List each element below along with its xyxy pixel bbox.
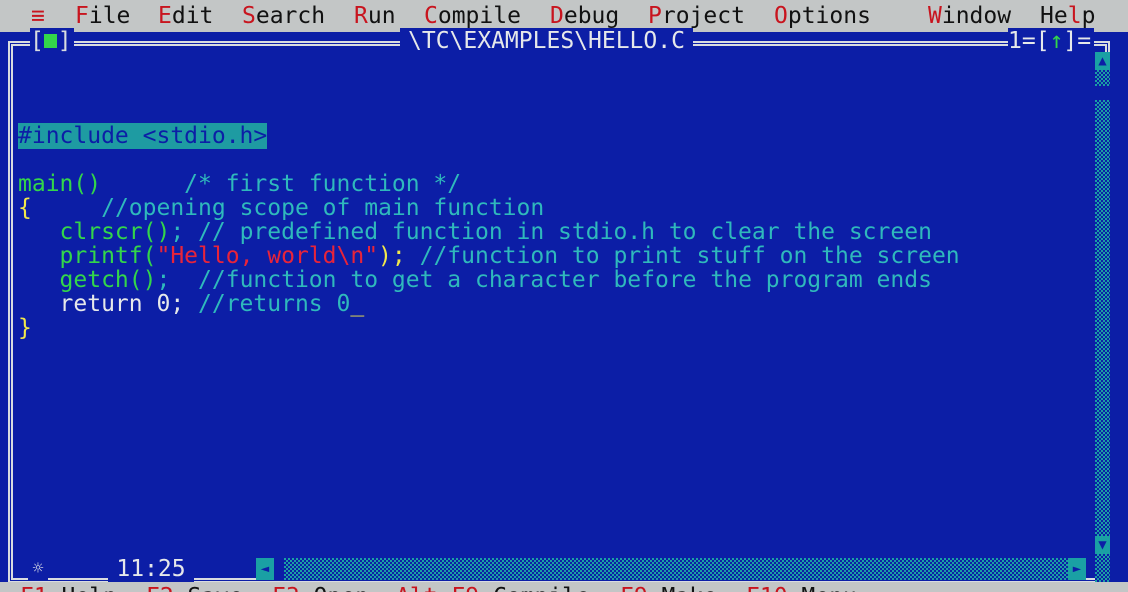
code-line-5: clrscr(); // predefined function in stdi… <box>18 220 932 244</box>
comment-getch: ; //function to get a character before t… <box>156 267 932 293</box>
main-declaration: main() <box>18 171 102 197</box>
comment-first-function: /* first function */ <box>101 171 462 197</box>
text-cursor: _ <box>350 291 365 317</box>
comment-opening-scope: //opening scope of main function <box>31 195 545 221</box>
return-statement: return 0; <box>18 291 185 317</box>
window-title: \TC\EXAMPLES\HELLO.C <box>400 28 693 54</box>
printf-close: ); <box>378 243 406 269</box>
scroll-right-arrow-icon[interactable]: ► <box>1068 558 1086 580</box>
vertical-scrollbar[interactable]: ▲ ▼ <box>1095 52 1110 582</box>
zoom-bracket-right: ]= <box>1063 28 1092 54</box>
status-help[interactable]: F1 Help <box>20 582 117 592</box>
scroll-down-arrow-icon[interactable]: ▼ <box>1095 536 1110 554</box>
menu-options[interactable]: Options <box>774 0 871 32</box>
status-make[interactable]: F9 Make <box>620 582 717 592</box>
close-square-icon <box>44 34 57 48</box>
status-compile[interactable]: Alt-F9 Compile <box>396 582 590 592</box>
horizontal-scroll-thumb[interactable] <box>274 558 284 580</box>
vertical-scroll-thumb[interactable] <box>1095 86 1110 100</box>
code-line-7: getch(); //function to get a character b… <box>18 268 932 292</box>
modified-indicator-icon: ☼ <box>28 558 48 580</box>
window-number: 1 <box>1008 28 1022 54</box>
code-line-4: { //opening scope of main function <box>18 196 544 220</box>
comment-returns: //returns 0 <box>184 291 351 317</box>
turbo-c-ide: ≡ File Edit Search Run Compile Debug Pro… <box>0 0 1128 592</box>
status-open[interactable]: F3 Open <box>272 582 369 592</box>
close-brace: } <box>18 315 32 341</box>
status-menu[interactable]: F10 Menu <box>746 582 857 592</box>
status-line: F1 Help F2 Save F3 Open Alt-F9 Compile F… <box>0 582 1128 592</box>
printf-call: printf( <box>18 243 157 269</box>
menu-window[interactable]: Window <box>928 0 1011 32</box>
scroll-up-arrow-icon[interactable]: ▲ <box>1095 52 1110 70</box>
zoom-arrow-icon[interactable]: ↑ <box>1050 28 1064 54</box>
menu-search[interactable]: Search <box>242 0 325 32</box>
code-editor[interactable]: #include <stdio.h> main() /* first funct… <box>18 123 960 566</box>
code-line-8: return 0; //returns 0_ <box>18 291 365 317</box>
menu-file[interactable]: File <box>75 0 130 32</box>
code-line-3: main() /* first function */ <box>18 172 461 196</box>
clrscr-call: clrscr() <box>18 219 171 245</box>
scroll-left-arrow-icon[interactable]: ◄ <box>256 558 274 580</box>
open-brace: { <box>18 195 32 221</box>
code-line-6: printf("Hello, world\n"); //function to … <box>18 244 960 268</box>
comment-printf: //function to print stuff on the screen <box>405 243 960 269</box>
getch-call: getch() <box>18 267 157 293</box>
include-directive: #include <stdio.h> <box>18 123 268 149</box>
window-close-button[interactable]: [ ] <box>30 28 74 54</box>
menu-run[interactable]: Run <box>354 0 396 32</box>
code-line-1: #include <stdio.h> <box>18 123 268 149</box>
string-literal: "Hello, world\n" <box>156 243 379 269</box>
status-save[interactable]: F2 Save <box>146 582 243 592</box>
code-line-9: } <box>18 316 32 340</box>
window-number-zoom: 1=[↑]= <box>1008 28 1094 54</box>
horizontal-scrollbar[interactable]: ◄ ► <box>256 558 1086 580</box>
zoom-bracket-left: =[ <box>1021 28 1050 54</box>
comment-clrscr: ; // predefined function in stdio.h to c… <box>170 219 932 245</box>
cursor-position: 11:25 <box>108 556 194 582</box>
menu-edit[interactable]: Edit <box>158 0 213 32</box>
